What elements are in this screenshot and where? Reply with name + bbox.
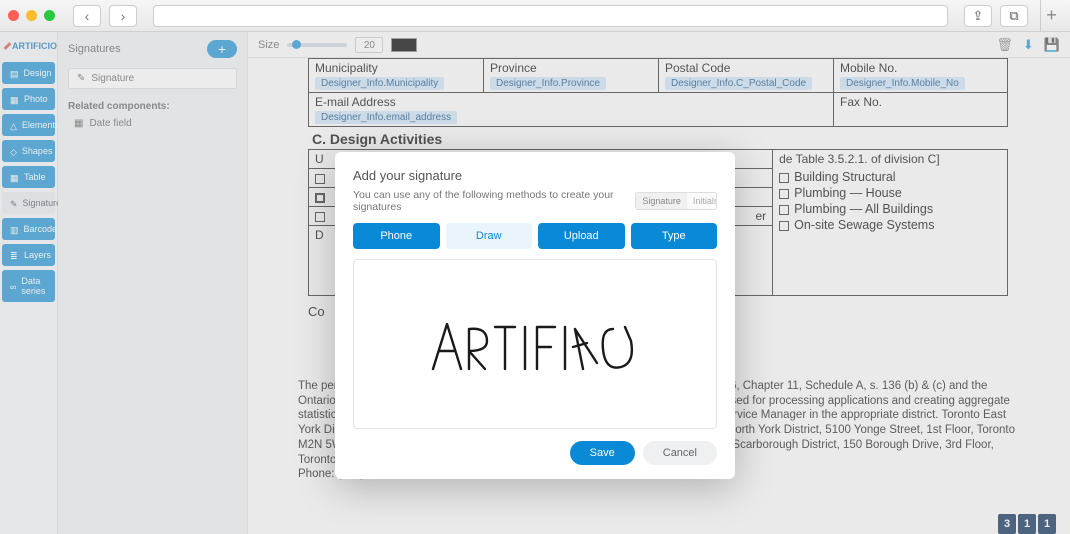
- toggle-initials[interactable]: Initials: [687, 193, 717, 209]
- signature-initials-toggle[interactable]: Signature Initials: [635, 192, 717, 210]
- window-controls: [8, 10, 55, 21]
- close-window-icon[interactable]: [8, 10, 19, 21]
- tab-draw[interactable]: Draw: [446, 223, 533, 249]
- back-button[interactable]: ‹: [73, 5, 101, 27]
- add-signature-modal: Add your signature You can use any of th…: [335, 152, 735, 479]
- zoom-window-icon[interactable]: [44, 10, 55, 21]
- new-tab-button[interactable]: +: [1040, 0, 1062, 32]
- tabs-icon[interactable]: ⧉: [1000, 5, 1028, 27]
- handwritten-signature-svg: [425, 299, 645, 389]
- toggle-signature[interactable]: Signature: [636, 193, 687, 209]
- modal-title: Add your signature: [353, 168, 717, 183]
- signature-method-tabs: Phone Draw Upload Type: [353, 223, 717, 249]
- cancel-button[interactable]: Cancel: [643, 441, 717, 465]
- tab-phone[interactable]: Phone: [353, 223, 440, 249]
- minimize-window-icon[interactable]: [26, 10, 37, 21]
- address-bar[interactable]: [153, 5, 948, 27]
- tab-type[interactable]: Type: [631, 223, 718, 249]
- modal-backdrop[interactable]: Add your signature You can use any of th…: [0, 32, 1070, 534]
- modal-subtitle: You can use any of the following methods…: [353, 189, 635, 213]
- signature-draw-area[interactable]: [353, 259, 717, 429]
- share-icon[interactable]: ⇪: [964, 5, 992, 27]
- save-button[interactable]: Save: [570, 441, 635, 465]
- tab-upload[interactable]: Upload: [538, 223, 625, 249]
- forward-button[interactable]: ›: [109, 5, 137, 27]
- browser-chrome: ‹ › ⇪ ⧉ +: [0, 0, 1070, 32]
